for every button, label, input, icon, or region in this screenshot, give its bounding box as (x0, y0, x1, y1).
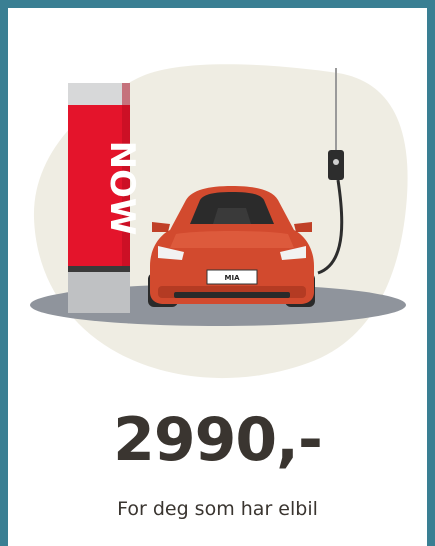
ev-charging-illustration: NOW MIA (30, 64, 408, 379)
offer-card: NOW MIA 2990,- For deg som har elbil (0, 0, 435, 546)
price-label: 2990,- (113, 405, 323, 475)
offer-subtitle: For deg som har elbil (117, 498, 318, 520)
license-plate-text: MIA (225, 274, 241, 282)
station-brand-label: NOW (102, 141, 142, 236)
